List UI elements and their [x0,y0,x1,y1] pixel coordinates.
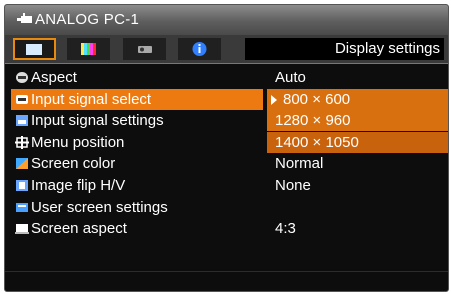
menu-item-value: 800 × 600 [283,90,351,108]
menu-item-input-signal-settings[interactable]: Input signal settings 1280 × 960 [5,110,448,132]
menu-item-menu-position[interactable]: Menu position 1400 × 1050 [5,131,448,154]
selected-arrow-icon [271,94,277,105]
resolution-option[interactable]: 1280 × 960 [267,110,448,132]
resolution-option-selected[interactable]: 800 × 600 [267,88,448,110]
tab-display[interactable] [13,38,56,60]
menu-item-label: Menu position [31,133,125,151]
menu-item-screen-aspect[interactable]: Screen aspect 4:3 [5,218,448,240]
menu-item-input-signal-select[interactable]: Input signal select 800 × 600 [5,88,448,111]
menu-item-label: Screen aspect [31,220,127,238]
menu-item-value: None [275,176,311,194]
menu-item-label: Input signal settings [31,112,164,130]
image-flip-icon [16,179,28,191]
menu-item-value: 4:3 [275,220,296,238]
menu-list: Aspect Auto Input signal select 800 × 60… [5,67,448,240]
menu-item-user-screen-settings[interactable]: User screen settings [5,197,448,219]
projector-menu: ANALOG PC-1 Display settings Aspect Auto… [4,4,449,292]
menu-item-screen-color[interactable]: Screen color Normal [5,153,448,175]
panel-title: Display settings [245,38,444,60]
menu-item-label: User screen settings [31,198,168,216]
menu-item-label: Image flip H/V [31,176,126,194]
tab-info[interactable] [178,38,221,60]
menu-item-value: Normal [275,155,324,173]
tab-setup[interactable] [123,38,166,60]
aspect-icon [16,72,28,83]
tab-bar: Display settings [5,35,448,64]
screen-icon [26,44,42,55]
menu-item-label: Aspect [31,69,77,86]
user-screen-icon [16,202,28,212]
analog-pc-icon [17,13,32,23]
menu-item-value [267,197,448,218]
projector-icon [138,46,152,53]
tab-color[interactable] [67,38,110,60]
screen-color-icon [16,158,28,170]
screen-aspect-icon [15,224,29,235]
menu-item-image-flip[interactable]: Image flip H/V None [5,175,448,197]
title-bar: ANALOG PC-1 [5,5,448,35]
input-signal-icon [16,94,28,104]
menu-item-value: Auto [275,69,306,86]
footer-divider [5,271,448,272]
signal-settings-icon [16,115,28,127]
menu-item-label: Screen color [31,155,116,173]
menu-position-icon [15,135,29,149]
source-title: ANALOG PC-1 [35,11,140,28]
info-icon [192,42,207,56]
menu-item-label: Input signal select [31,90,152,108]
menu-item-aspect[interactable]: Aspect Auto [5,67,448,89]
color-bars-icon [81,43,96,55]
resolution-option[interactable]: 1400 × 1050 [267,131,448,153]
